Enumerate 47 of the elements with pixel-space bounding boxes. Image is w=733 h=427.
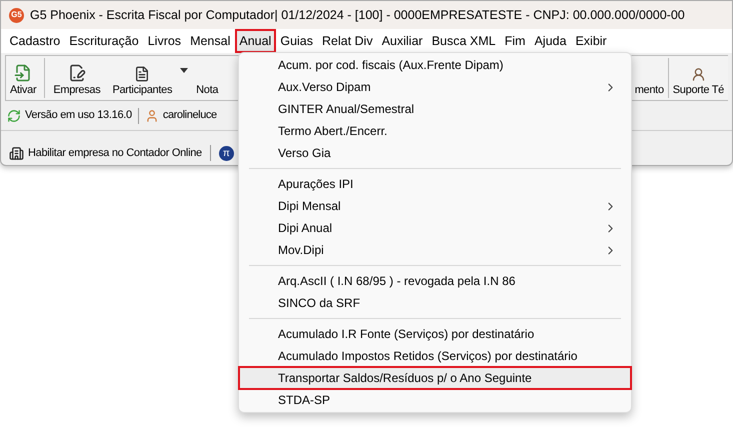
- enable-company-link[interactable]: Habilitar empresa no Contador Online: [28, 144, 202, 162]
- toolbar-button[interactable]: Participantes: [108, 58, 176, 98]
- menu-bar-item[interactable]: Escrituração: [64, 29, 144, 53]
- menu-bar-item[interactable]: Cadastro: [5, 29, 65, 53]
- menu-bar-item[interactable]: Exibir: [570, 29, 612, 53]
- pi-icon[interactable]: π: [218, 146, 234, 160]
- document-icon: [134, 66, 150, 82]
- dropdown-item[interactable]: GINTER Anual/Semestral: [239, 98, 631, 120]
- dropdown-item[interactable]: Verso Gia: [239, 142, 631, 164]
- dropdown-item[interactable]: Arq.AscII ( I.N 68/95 ) - revogada pela I.N 86: [239, 270, 631, 292]
- version-text: Versão em uso 13.16.0: [25, 108, 132, 124]
- user-name: carolineluce: [162, 108, 217, 124]
- menu-bar-item[interactable]: Relat Div: [318, 29, 378, 53]
- toolbar-button[interactable]: Ativar: [6, 58, 46, 98]
- dropdown-item[interactable]: Acum. por cod. fiscais (Aux.Frente Dipam): [239, 54, 631, 76]
- dropdown-item[interactable]: Mov.Dipi: [239, 239, 631, 261]
- toolbar-button[interactable]: mento: [630, 58, 668, 98]
- window-title: G5 Phoenix - Escrita Fiscal por Computador| 01/12/2024 - [100] - 0000EMPRESATESTE - CNPJ: 00.000.000/0000-00: [30, 6, 685, 24]
- person-icon: [690, 67, 706, 82]
- toolbar-button[interactable]: Suporte Té: [668, 58, 728, 98]
- menu-bar-item[interactable]: Ajuda: [530, 29, 571, 53]
- building-icon: [9, 146, 24, 160]
- menu-bar-item[interactable]: Auxiliar: [377, 29, 428, 53]
- dropdown-item[interactable]: STDA-SP: [239, 389, 631, 411]
- dropdown-item[interactable]: SINCO da SRF: [239, 292, 631, 314]
- dropdown-item[interactable]: Termo Abert./Encerr.: [239, 120, 631, 142]
- file-arrow-icon: [14, 64, 32, 82]
- dropdown-item[interactable]: Dipi Anual: [239, 217, 631, 239]
- dropdown-item[interactable]: Dipi Mensal: [239, 195, 631, 217]
- menu-bar-item[interactable]: Anual: [234, 29, 276, 53]
- menu-bar-item[interactable]: Livros: [143, 29, 186, 53]
- document-pen-icon: [68, 64, 86, 82]
- menu-bar-item[interactable]: Busca XML: [427, 29, 500, 53]
- toolbar-button[interactable]: Nota: [192, 58, 222, 98]
- caret-icon[interactable]: [180, 68, 188, 72]
- toolbar-button[interactable]: Empresas: [49, 58, 104, 98]
- user-icon: [144, 108, 159, 122]
- dropdown-item[interactable]: Acumulado I.R Fonte (Serviços) por destinatário: [239, 323, 631, 345]
- menu-bar-item[interactable]: Mensal: [186, 29, 235, 53]
- app-logo-icon: G5: [9, 8, 24, 22]
- dropdown-item[interactable]: Acumulado Impostos Retidos (Serviços) por destinatário: [239, 345, 631, 367]
- menu-bar-item[interactable]: Guias: [276, 29, 318, 53]
- dropdown-item[interactable]: Aux.Verso Dipam: [239, 76, 631, 98]
- menu-bar-item[interactable]: Fim: [500, 29, 530, 53]
- dropdown-item[interactable]: Apurações IPI: [239, 173, 631, 195]
- refresh-icon: [7, 108, 21, 122]
- dropdown-item[interactable]: Transportar Saldos/Resíduos p/ o Ano Seguinte: [239, 367, 631, 389]
